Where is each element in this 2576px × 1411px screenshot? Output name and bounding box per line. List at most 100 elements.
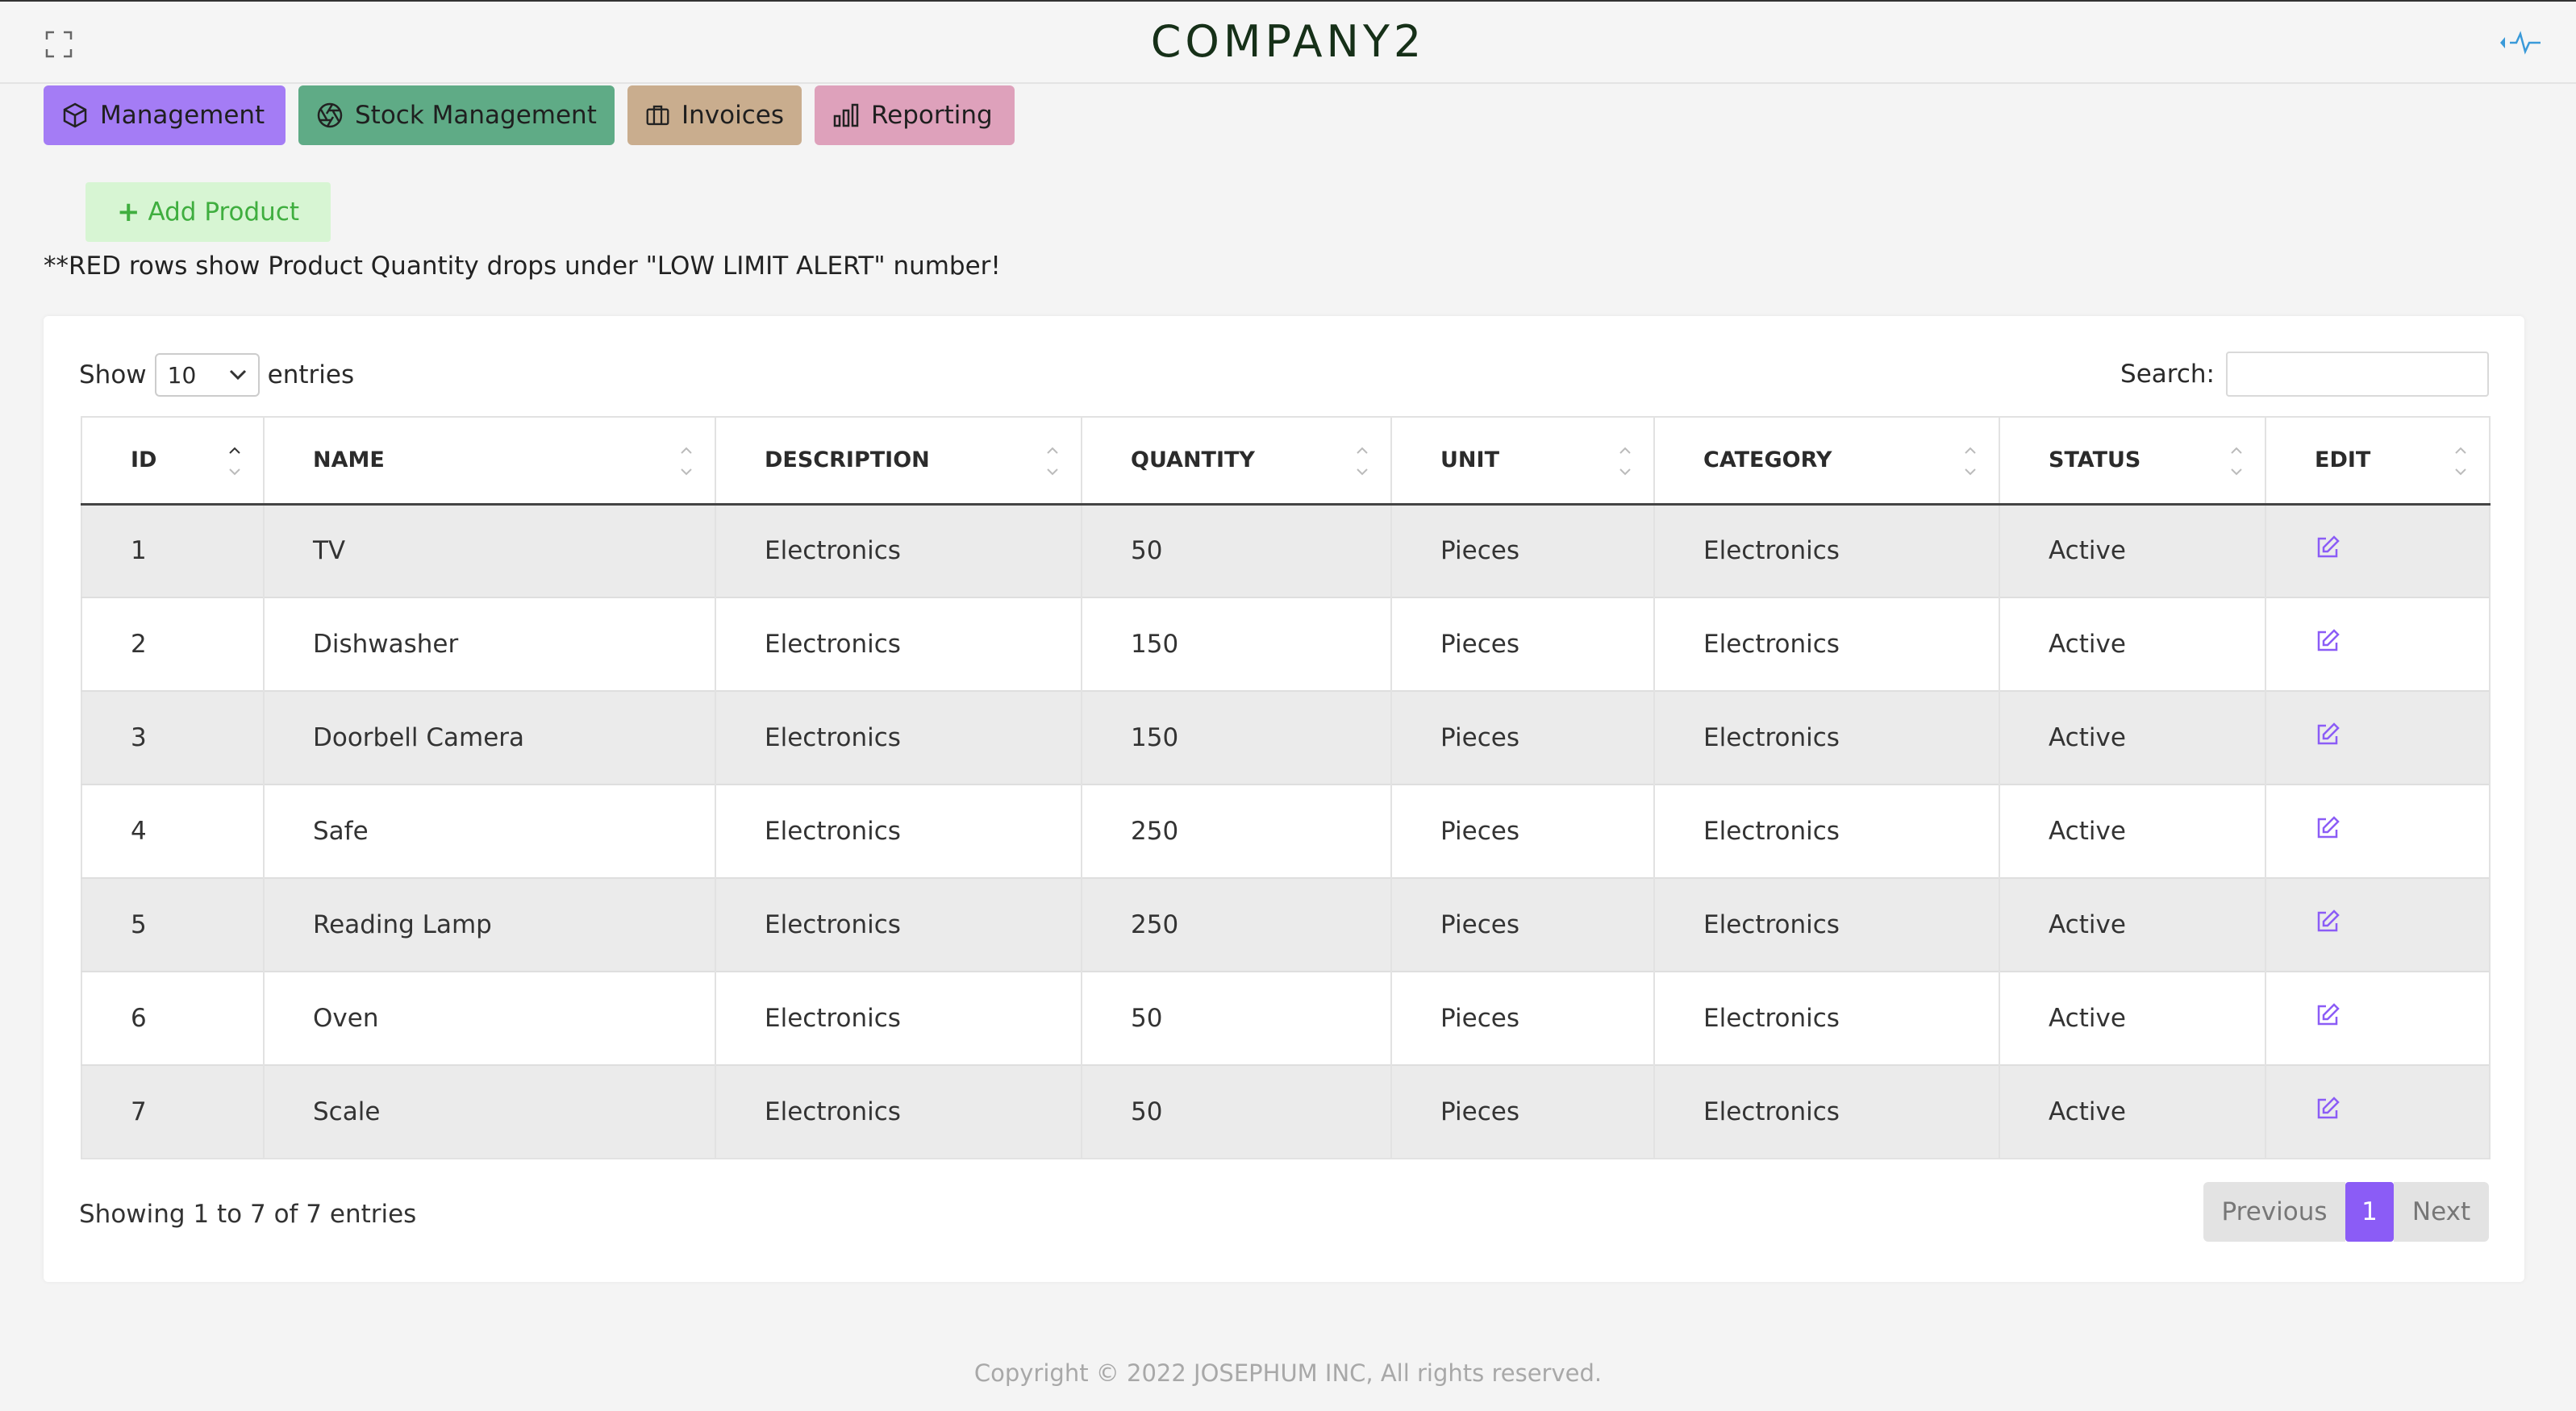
column-header-edit[interactable]: EDIT — [2265, 417, 2491, 506]
column-header-name[interactable]: NAME — [264, 417, 716, 506]
cell-id: 5 — [81, 877, 265, 972]
column-header-unit[interactable]: UNIT — [1391, 417, 1655, 506]
sort-icon — [1619, 447, 1631, 476]
sort-asc-icon — [229, 447, 240, 476]
cell-category: Electronics — [1654, 690, 2000, 785]
cell-edit — [2265, 690, 2491, 785]
cell-id: 1 — [81, 503, 265, 597]
nav-management-button[interactable]: Management — [44, 85, 286, 145]
next-page-button[interactable]: Next — [2394, 1182, 2489, 1242]
nav-invoices-button[interactable]: Invoices — [627, 85, 802, 145]
nav-stock-management-button[interactable]: Stock Management — [298, 85, 615, 145]
column-header-label: STATUS — [2049, 447, 2141, 473]
cell-name: TV — [264, 503, 716, 597]
cell-id: 4 — [81, 784, 265, 878]
nav-invoices-label: Invoices — [682, 101, 784, 130]
cell-category: Electronics — [1654, 784, 2000, 878]
column-header-id[interactable]: ID — [81, 417, 265, 506]
cell-category: Electronics — [1654, 503, 2000, 597]
cube-icon — [63, 102, 87, 128]
edit-icon[interactable] — [2315, 1096, 2340, 1122]
nav-reporting-button[interactable]: Reporting — [815, 85, 1015, 145]
cell-quantity: 50 — [1082, 503, 1392, 597]
sort-icon — [2231, 447, 2242, 476]
entries-length-value: 10 — [167, 361, 197, 389]
table-row: 4 Safe Electronics 250 Pieces Electronic… — [81, 784, 2491, 878]
column-header-description[interactable]: DESCRIPTION — [715, 417, 1082, 506]
briefcase-icon — [646, 105, 669, 126]
table-row: 6 Oven Electronics 50 Pieces Electronics… — [81, 971, 2491, 1065]
table-info: Showing 1 to 7 of 7 entries — [79, 1200, 417, 1229]
cell-edit — [2265, 597, 2491, 691]
cell-category: Electronics — [1654, 597, 2000, 691]
products-table-card: Show 10 entries Search: ID NAME DESCRIPT… — [44, 316, 2524, 1282]
cell-name: Doorbell Camera — [264, 690, 716, 785]
edit-icon[interactable] — [2315, 1002, 2340, 1028]
cell-id: 2 — [81, 597, 265, 691]
cell-unit: Pieces — [1391, 1064, 1655, 1159]
cell-category: Electronics — [1654, 971, 2000, 1065]
cell-quantity: 150 — [1082, 597, 1392, 691]
column-header-status[interactable]: STATUS — [1999, 417, 2266, 506]
edit-icon[interactable] — [2315, 815, 2340, 841]
cell-quantity: 250 — [1082, 877, 1392, 972]
sort-icon — [1965, 447, 1976, 476]
footer-copyright: Copyright © 2022 JOSEPHUM INC, All right… — [973, 1359, 1603, 1387]
activity-icon[interactable] — [2497, 29, 2542, 56]
cell-edit — [2265, 1064, 2491, 1159]
cell-id: 7 — [81, 1064, 265, 1159]
cell-description: Electronics — [715, 690, 1082, 785]
cell-unit: Pieces — [1391, 690, 1655, 785]
cell-status: Active — [1999, 784, 2266, 878]
table-row: 5 Reading Lamp Electronics 250 Pieces El… — [81, 877, 2491, 972]
column-header-label: QUANTITY — [1131, 447, 1255, 473]
cell-category: Electronics — [1654, 877, 2000, 972]
table-header-row: ID NAME DESCRIPTION QUANTITY UNIT CATEGO… — [81, 417, 2491, 506]
cell-description: Electronics — [715, 503, 1082, 597]
cell-unit: Pieces — [1391, 971, 1655, 1065]
column-header-quantity[interactable]: QUANTITY — [1082, 417, 1392, 506]
table-body: 1 TV Electronics 50 Pieces Electronics A… — [81, 503, 2491, 1159]
entries-label: entries — [267, 360, 355, 389]
cell-description: Electronics — [715, 597, 1082, 691]
column-header-category[interactable]: CATEGORY — [1654, 417, 2000, 506]
page-1-button[interactable]: 1 — [2345, 1182, 2394, 1242]
cell-status: Active — [1999, 503, 2266, 597]
aperture-icon — [317, 102, 343, 128]
table-row: 1 TV Electronics 50 Pieces Electronics A… — [81, 503, 2491, 597]
column-header-label: EDIT — [2315, 447, 2371, 473]
search-input[interactable] — [2226, 352, 2489, 397]
brand-title: COMPANY2 — [1150, 16, 1426, 67]
edit-icon[interactable] — [2315, 628, 2340, 654]
edit-icon[interactable] — [2315, 535, 2340, 560]
cell-unit: Pieces — [1391, 877, 1655, 972]
cell-quantity: 150 — [1082, 690, 1392, 785]
cell-description: Electronics — [715, 1064, 1082, 1159]
add-product-label: Add Product — [148, 198, 300, 227]
cell-status: Active — [1999, 971, 2266, 1065]
cell-unit: Pieces — [1391, 597, 1655, 691]
previous-page-button[interactable]: Previous — [2203, 1182, 2345, 1242]
cell-name: Dishwasher — [264, 597, 716, 691]
cell-description: Electronics — [715, 971, 1082, 1065]
edit-icon[interactable] — [2315, 909, 2340, 934]
cell-description: Electronics — [715, 877, 1082, 972]
products-table: ID NAME DESCRIPTION QUANTITY UNIT CATEGO… — [81, 416, 2491, 1159]
add-product-button[interactable]: + Add Product — [85, 182, 331, 242]
column-header-label: CATEGORY — [1703, 447, 1832, 473]
cell-name: Safe — [264, 784, 716, 878]
show-label: Show — [79, 360, 147, 389]
bar-chart-icon — [833, 103, 859, 127]
cell-status: Active — [1999, 877, 2266, 972]
sort-icon — [1047, 447, 1058, 476]
cell-category: Electronics — [1654, 1064, 2000, 1159]
cell-status: Active — [1999, 690, 2266, 785]
nav-reporting-label: Reporting — [871, 101, 993, 130]
cell-quantity: 50 — [1082, 1064, 1392, 1159]
cell-id: 3 — [81, 690, 265, 785]
chevron-down-icon — [229, 369, 246, 381]
edit-icon[interactable] — [2315, 722, 2340, 747]
sort-icon — [2455, 447, 2466, 476]
entries-length-select[interactable]: 10 — [154, 353, 260, 397]
pagination: Previous 1 Next — [2203, 1182, 2489, 1242]
